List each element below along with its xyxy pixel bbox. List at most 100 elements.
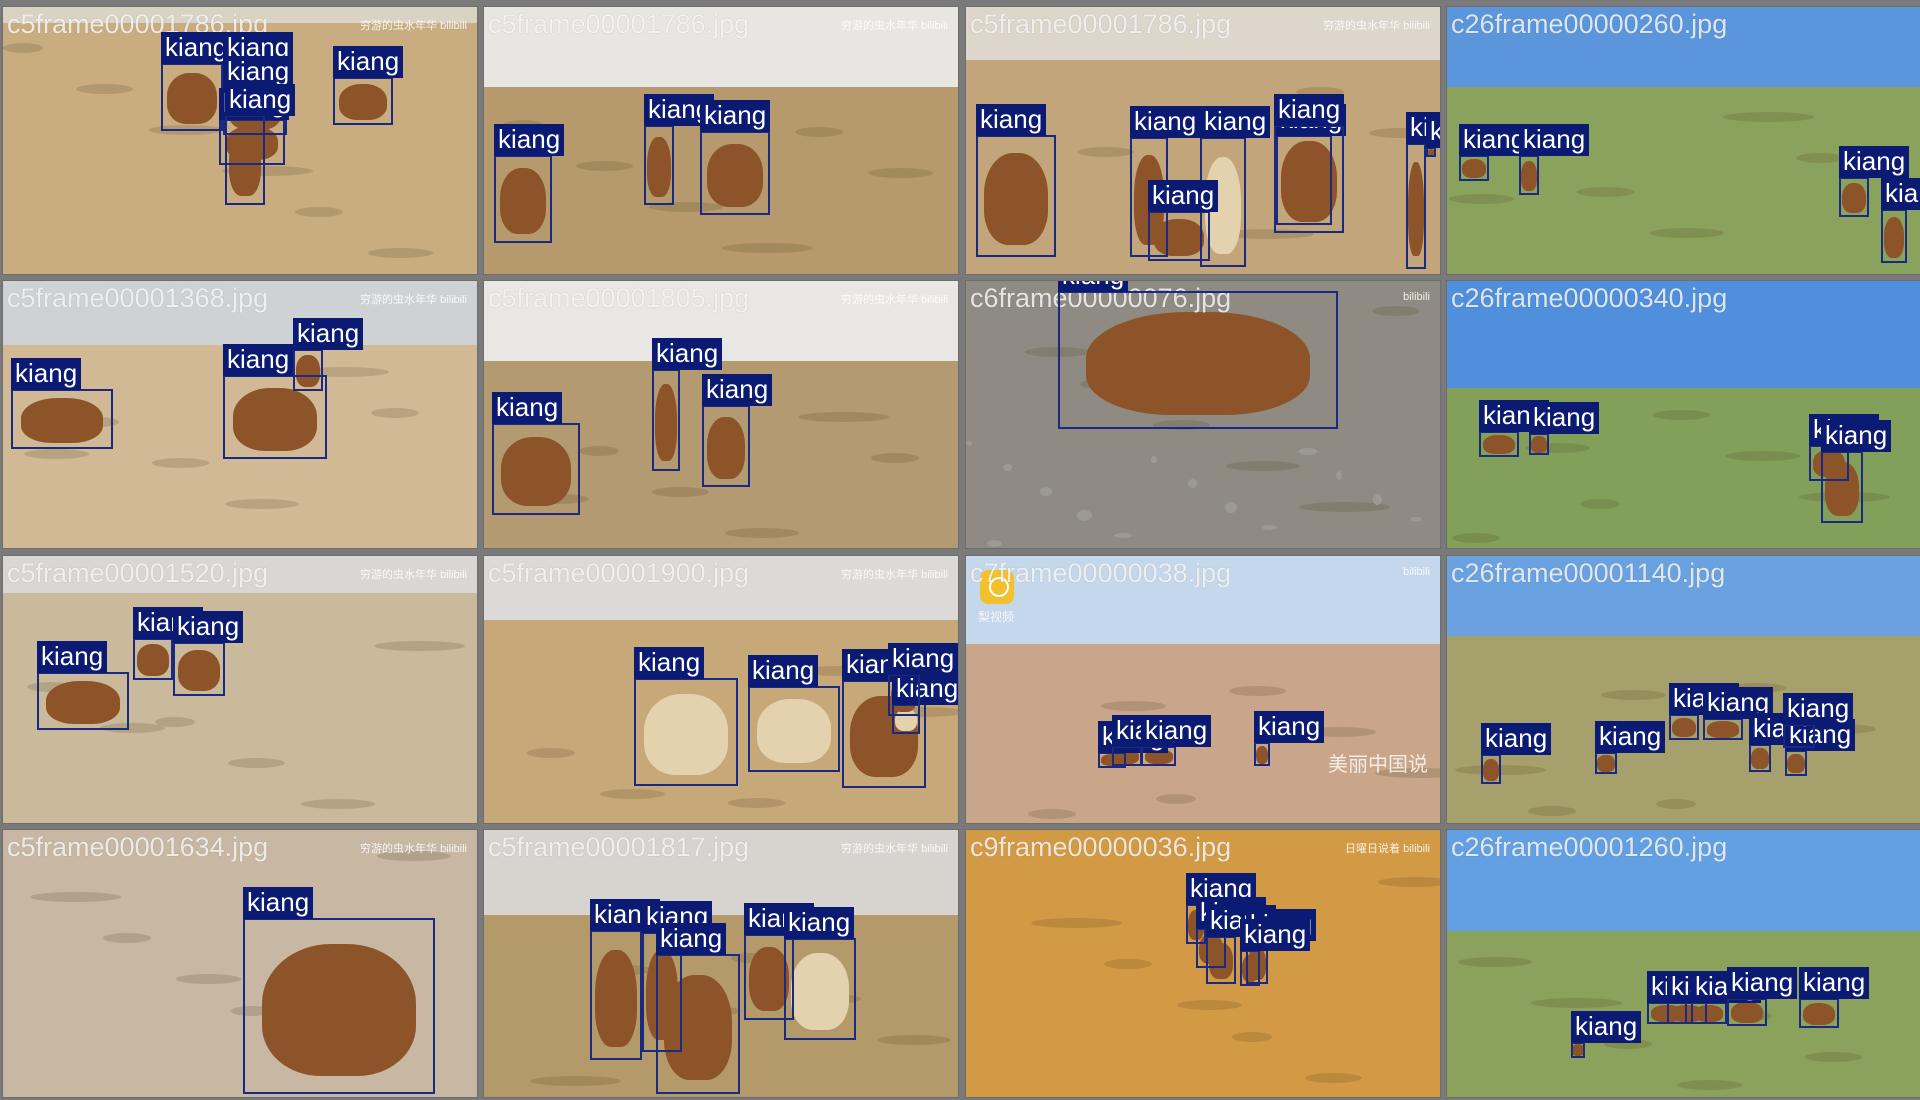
detection-box: kiang (1571, 1011, 1642, 1058)
detection-box: kiang (1783, 693, 1854, 748)
detection-label: kiang (173, 611, 244, 643)
ground-texture (1028, 809, 1076, 820)
detection-label: kiang (1274, 94, 1345, 126)
ground-texture (728, 798, 785, 809)
detection-box: kiang (1240, 919, 1311, 986)
image-tile: kiangkiangkiangkiangkiangkiangc5frame000… (2, 6, 478, 275)
detection-label: kiang (1200, 106, 1271, 138)
video-watermark: bilibili (1403, 291, 1430, 303)
rock (1114, 533, 1132, 538)
detection-box: kiang (1206, 905, 1277, 984)
ground-texture (1449, 194, 1514, 205)
image-tile: kiang kiang kiang kiang kiang c5frame00001900… (483, 555, 959, 824)
ground-texture (871, 453, 919, 464)
detection-label: kiang (1821, 420, 1892, 452)
detection-label: kiang (888, 643, 958, 675)
detection-box: kiang (1703, 687, 1774, 740)
ground-texture (1650, 228, 1724, 239)
ground-texture (1726, 450, 1800, 461)
detection-label: kiang (976, 104, 1047, 136)
rock (1151, 456, 1157, 463)
detection-label: kiang (700, 100, 771, 132)
detection-box: kiang (652, 338, 723, 471)
video-overlay-caption: 美丽中国说 (1328, 754, 1428, 776)
video-watermark: 穷游的虫水年华 bilibili (360, 569, 467, 581)
ground-texture (579, 446, 619, 457)
detection-box: kiang (656, 923, 740, 1094)
detection-label: kiang (492, 392, 563, 424)
video-watermark: 穷游的虫水年华 bilibili (360, 20, 467, 32)
detection-box: kiang (1749, 713, 1820, 772)
ground-texture (1229, 686, 1286, 697)
detection-label: kiang (333, 46, 404, 78)
ground-texture (1372, 306, 1420, 316)
detection-box: kiang (1479, 400, 1550, 457)
detection-label: kiang (243, 887, 314, 919)
rock (1188, 479, 1197, 488)
detection-box: kiang (225, 84, 296, 205)
image-tile: kiangkiangkiangkiangkiangkiangkiangkiang… (965, 6, 1441, 275)
ground-texture (527, 748, 575, 759)
detection-label: kiang (1783, 693, 1854, 725)
rock (1299, 448, 1317, 455)
detection-box: kiang (173, 611, 244, 696)
detection-label: kiang (11, 358, 82, 390)
detection-box: kiang (976, 104, 1056, 257)
video-watermark: 穷游的虫水年华 bilibili (841, 569, 948, 581)
ground-texture (103, 933, 151, 943)
detection-label: kiang (293, 318, 364, 350)
detection-box: kiang (133, 607, 204, 680)
image-tile: kiangkiangkiangkiangc26frame00000340.jpg (1446, 280, 1920, 549)
ground-texture (1458, 957, 1532, 968)
detection-box: kiang (1821, 420, 1892, 523)
detection-label: kiang (37, 641, 108, 673)
ground-texture (1531, 998, 1622, 1009)
detection-box: kiang (1799, 967, 1870, 1028)
detection-label: kiang (1519, 124, 1590, 156)
rock (966, 441, 972, 446)
ground-texture (652, 487, 709, 498)
tile-filename: c26frame00001260.jpg (1451, 832, 1728, 862)
ground-texture (600, 789, 665, 800)
ground-texture (1077, 147, 1134, 158)
ground-texture (530, 1075, 621, 1086)
ground-texture (868, 168, 933, 179)
ground-texture (1653, 409, 1710, 420)
video-watermark: bilibili (1403, 566, 1430, 578)
detection-label: kiang (1571, 1011, 1642, 1043)
ground-texture (76, 84, 133, 95)
rock (1040, 487, 1052, 496)
detection-box: kiang (1691, 971, 1762, 1024)
detection-box: kiang (1595, 721, 1666, 774)
image-tile: kiangc6frame00000076.jpgbilibili (965, 280, 1441, 549)
tile-filename: c5frame00001368.jpg (7, 283, 269, 313)
detection-label: kiang (494, 124, 565, 156)
ground-texture (225, 499, 299, 510)
ground-texture (1452, 532, 1500, 543)
detection-box: kiang (1839, 146, 1910, 217)
detection-box: kiang (161, 32, 232, 131)
ground-texture (877, 1034, 951, 1045)
image-tile: kiangkiangkiangkiangc7frame00000038.jpgb… (965, 555, 1441, 824)
tile-filename: c5frame00001900.jpg (488, 558, 750, 588)
ground-texture (30, 892, 121, 902)
ground-texture (1378, 877, 1440, 887)
ground-texture (1104, 959, 1152, 969)
detection-box: kiang (1669, 683, 1740, 740)
ground-texture (3, 43, 43, 54)
ground-texture (228, 758, 285, 769)
detection-label: kiang (1141, 715, 1212, 747)
ground-texture (374, 640, 465, 651)
detection-box: kiang (1426, 116, 1440, 157)
ground-texture (371, 408, 419, 419)
video-app-logo-text: 梨视频 (978, 610, 1015, 624)
tile-filename: c5frame00001805.jpg (488, 283, 750, 313)
detection-box: kiang (1141, 715, 1212, 766)
detection-label: kiang (748, 655, 819, 687)
detection-label: kiang (1426, 116, 1440, 148)
detection-label: kiang (652, 338, 723, 370)
image-tile: kiang kiang kiang c5frame00001786.jpg 穷游的虫水年… (483, 6, 959, 275)
detection-box: kiang (700, 100, 771, 215)
rock (1003, 464, 1012, 471)
tile-filename: c5frame00001634.jpg (7, 832, 269, 862)
